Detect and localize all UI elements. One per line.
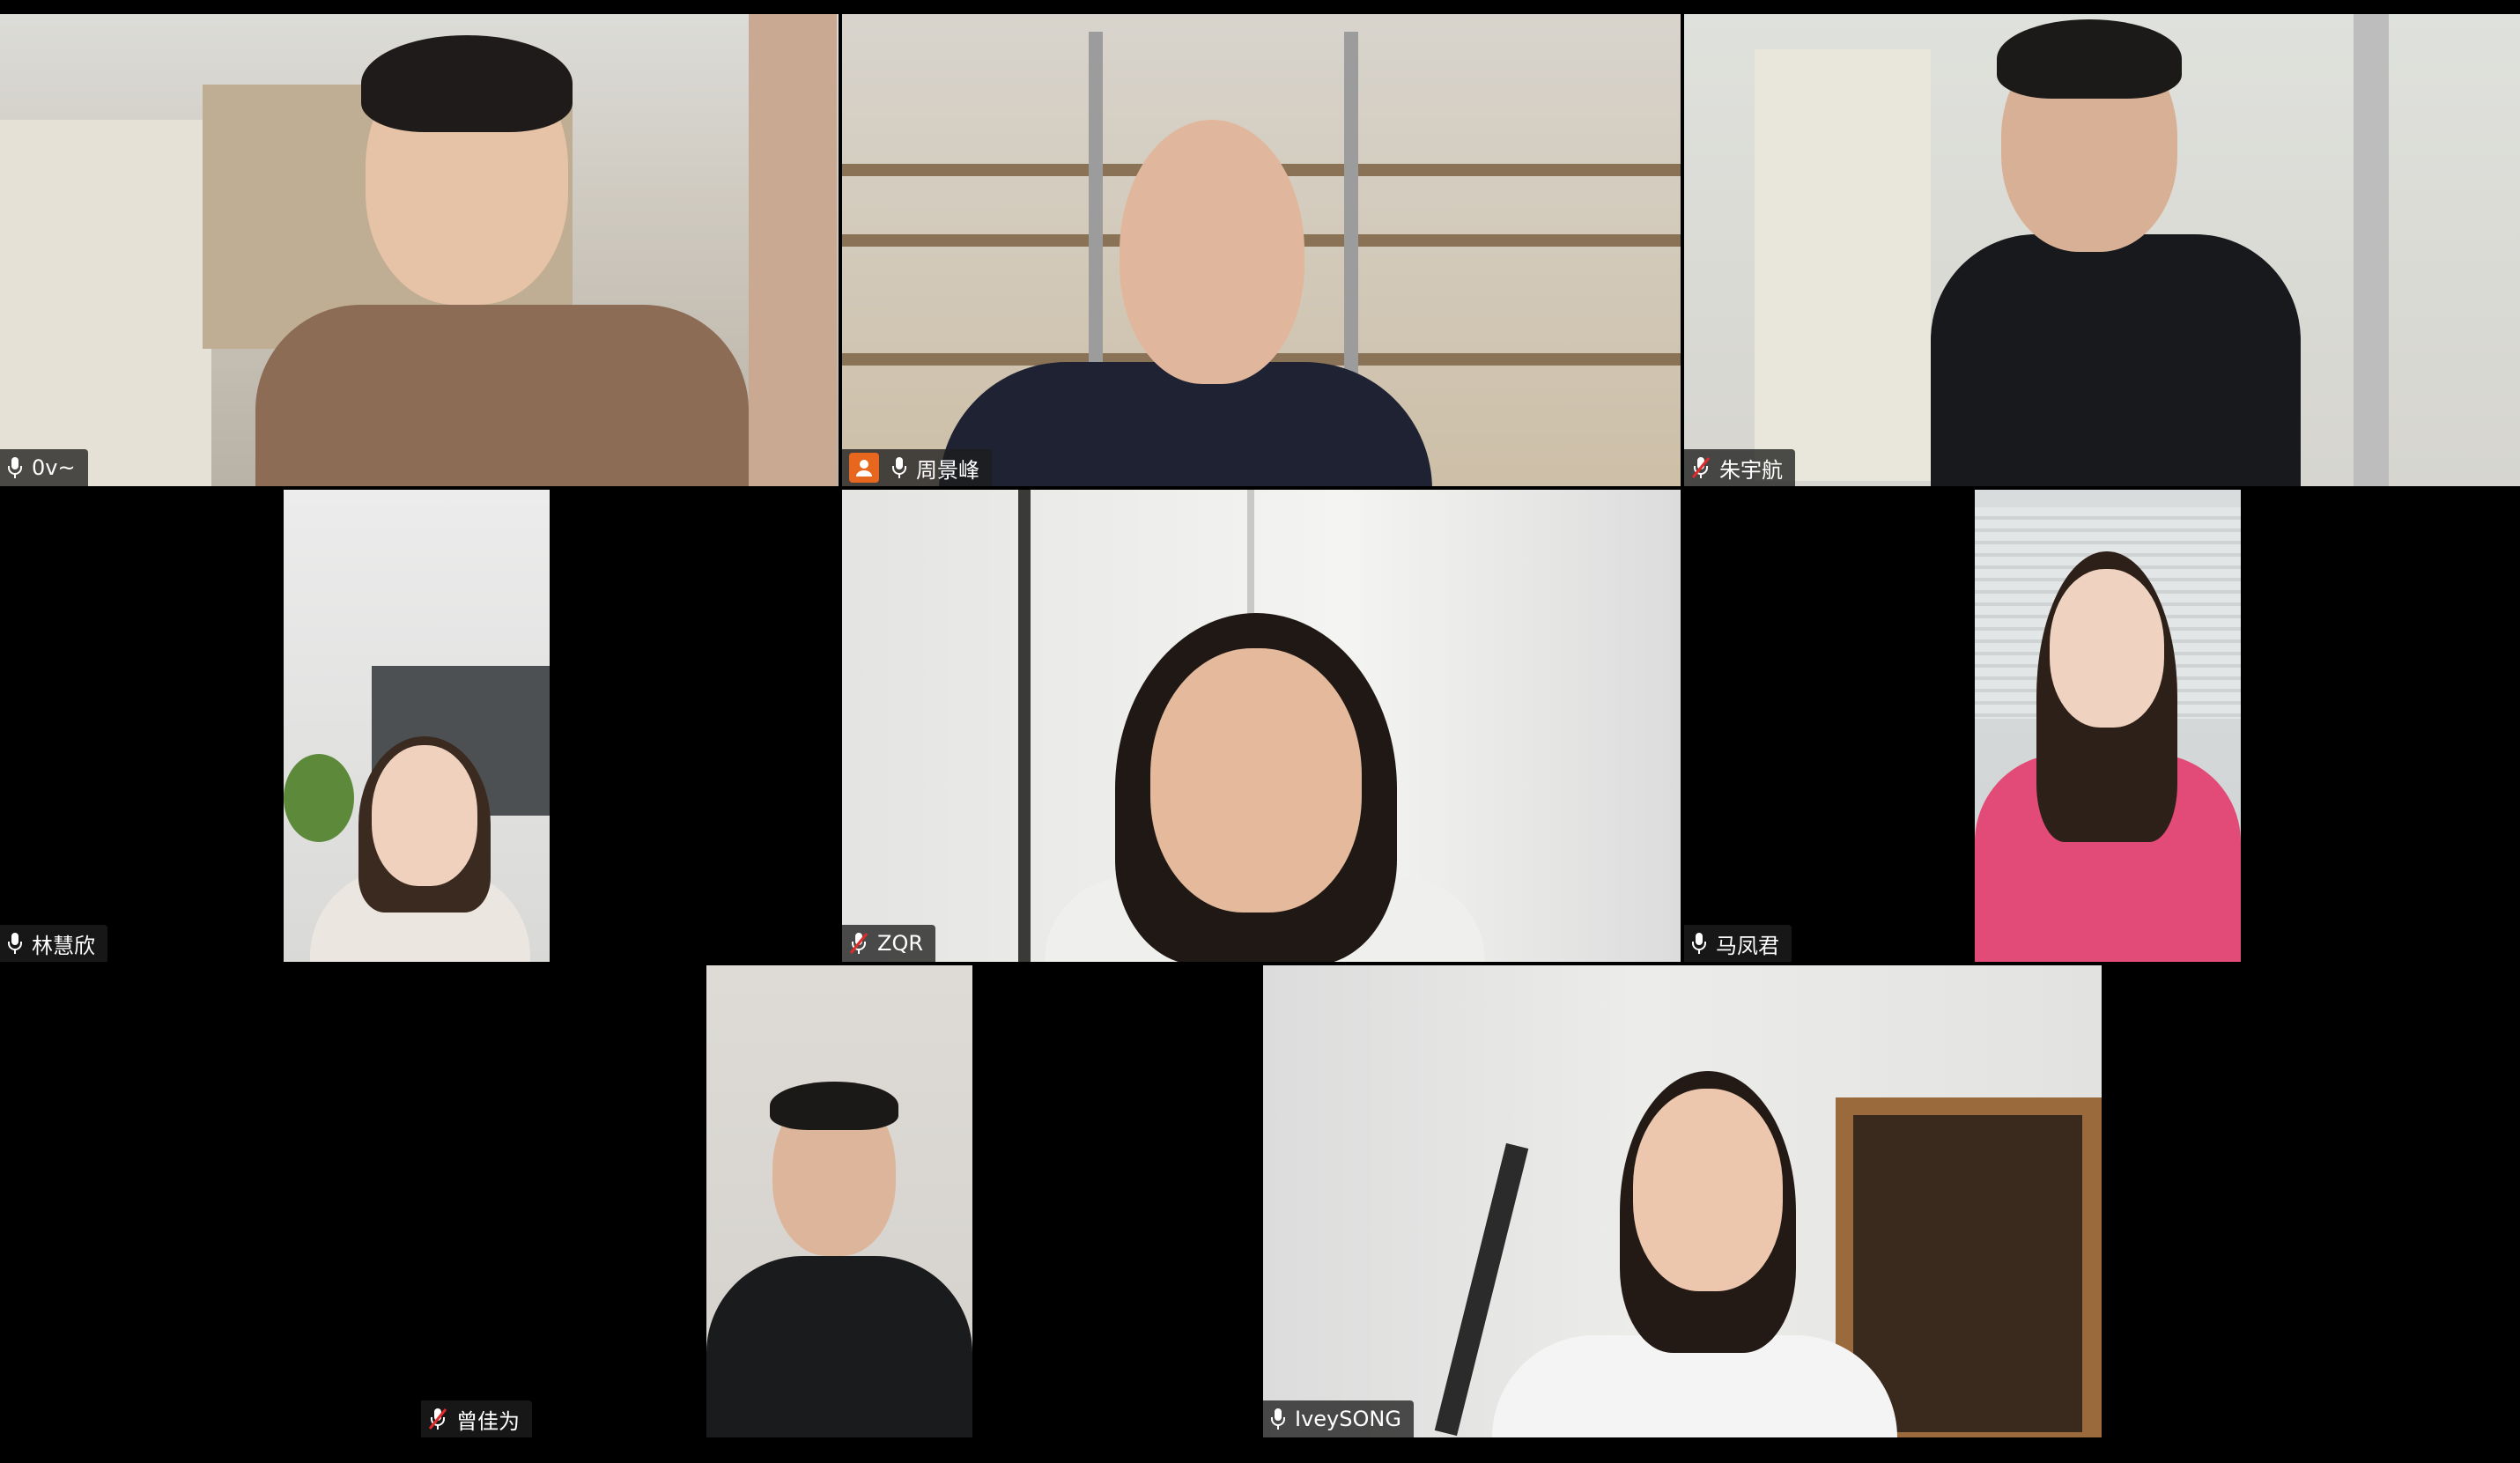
video-feed: [1684, 14, 2520, 486]
video-feed: [842, 14, 1681, 486]
participant-name: 马凤君: [1716, 933, 1779, 958]
participant-label: ZQR: [842, 925, 936, 962]
microphone-icon: [1270, 1408, 1286, 1430]
participant-name: 林慧欣: [32, 933, 95, 958]
video-feed: [1975, 490, 2241, 962]
video-tile-zengjiawei[interactable]: 曾佳为: [421, 965, 1260, 1437]
microphone-icon: [7, 456, 23, 479]
video-feed: [1263, 965, 2102, 1437]
participant-name: 朱宇航: [1719, 457, 1783, 483]
microphone-icon: [891, 456, 907, 479]
participant-label: 周景峰: [842, 449, 992, 486]
participant-label: 曾佳为: [421, 1400, 532, 1437]
video-tile-zhoujingfeng[interactable]: 周景峰: [842, 14, 1681, 486]
microphone-muted-icon: [428, 1408, 447, 1430]
participant-name: 曾佳为: [456, 1408, 520, 1434]
microphone-icon: [1691, 932, 1707, 955]
video-feed: [284, 490, 550, 962]
video-tile-zqr[interactable]: ZQR: [842, 490, 1681, 962]
video-feed: [842, 490, 1681, 962]
microphone-icon: [7, 932, 23, 955]
participant-label: IveySONG: [1263, 1400, 1414, 1437]
video-tile-0v[interactable]: 0v~: [0, 14, 839, 486]
participant-label: 林慧欣: [0, 925, 107, 962]
participant-label: 朱宇航: [1684, 449, 1795, 486]
microphone-muted-icon: [1691, 456, 1711, 479]
participant-name: IveySONG: [1295, 1407, 1401, 1431]
video-tile-iveysong[interactable]: IveySONG: [1263, 965, 2102, 1437]
video-feed: [0, 14, 839, 486]
participant-label: 0v~: [0, 449, 88, 486]
participant-label: 马凤君: [1684, 925, 1792, 962]
participant-name: 周景峰: [916, 457, 979, 483]
video-tile-zhuyuhang[interactable]: 朱宇航: [1684, 14, 2520, 486]
video-tile-linhuixin[interactable]: 林慧欣: [0, 490, 839, 962]
video-feed: [706, 965, 972, 1437]
participant-name: ZQR: [877, 931, 924, 956]
microphone-muted-icon: [849, 932, 868, 955]
participant-name: 0v~: [32, 455, 76, 480]
host-user-icon: [849, 453, 879, 483]
video-tile-mafengjun[interactable]: 马凤君: [1684, 490, 2520, 962]
